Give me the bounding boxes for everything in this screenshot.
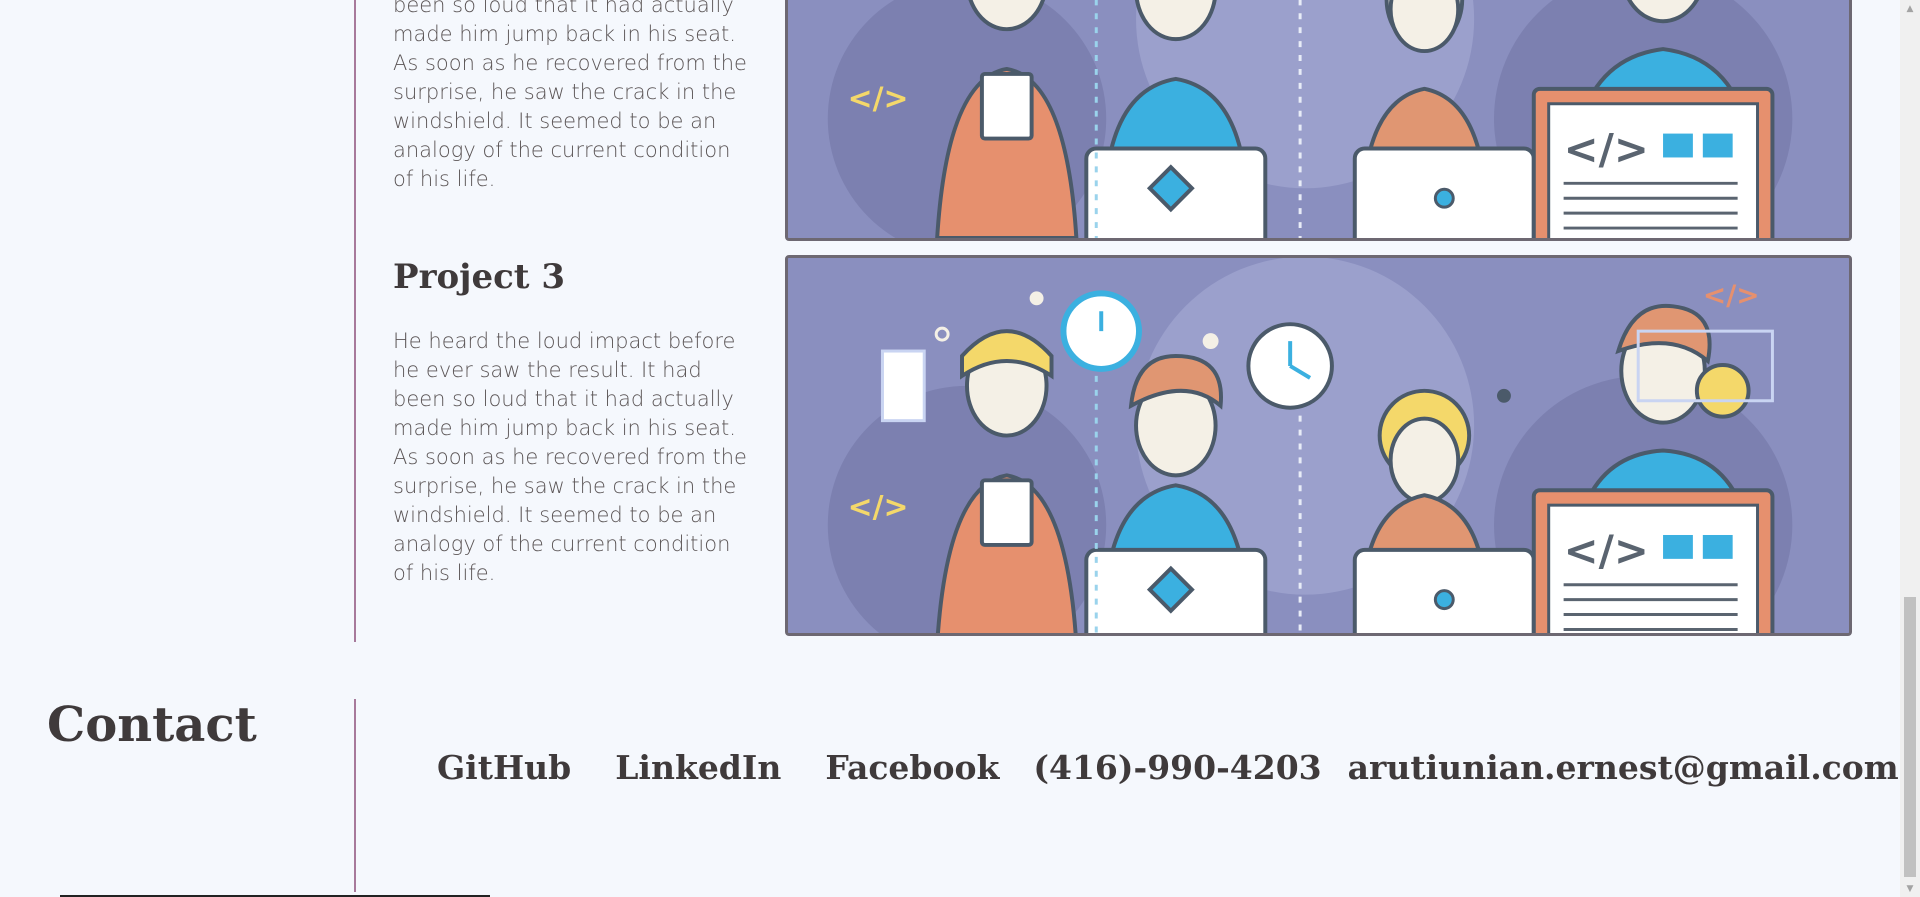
facebook-link[interactable]: Facebook xyxy=(825,748,999,787)
linkedin-link[interactable]: LinkedIn xyxy=(615,748,781,787)
page: been so loud that it had actually made h… xyxy=(0,0,1900,897)
vertical-scrollbar[interactable]: ▲ ▼ xyxy=(1900,0,1920,897)
team-illustration: </> </> xyxy=(788,0,1849,238)
team-illustration: </> </> </> xyxy=(788,258,1849,633)
svg-text:</>: </> xyxy=(848,490,909,525)
project-2-image: </> </> xyxy=(785,0,1852,241)
email-link[interactable]: arutiunian.ernest@gmail.com xyxy=(1348,748,1899,787)
contact-heading: Contact xyxy=(47,697,257,753)
svg-text:</>: </> xyxy=(1703,278,1760,311)
scrollbar-thumb[interactable] xyxy=(1904,597,1916,877)
project-3-description: He heard the loud impact before he ever … xyxy=(393,329,747,585)
svg-text:</>: </> xyxy=(1564,124,1649,173)
scroll-down-arrow-icon[interactable]: ▼ xyxy=(1900,880,1920,897)
project-2-description: been so loud that it had actually made h… xyxy=(393,0,747,191)
project-3-title: Project 3 xyxy=(393,257,565,297)
section-divider xyxy=(354,699,356,892)
scroll-up-arrow-icon[interactable]: ▲ xyxy=(1900,0,1920,17)
contact-links: GitHub LinkedIn Facebook (416)-990-4203 … xyxy=(437,748,1899,787)
project-3-image: </> </> </> xyxy=(785,255,1852,636)
project-2-text: been so loud that it had actually made h… xyxy=(393,0,753,194)
svg-text:</>: </> xyxy=(1564,526,1649,575)
section-divider xyxy=(354,0,356,642)
project-3-text: Project 3 He heard the loud impact befor… xyxy=(393,257,753,588)
svg-text:</>: </> xyxy=(848,82,909,117)
github-link[interactable]: GitHub xyxy=(437,748,571,787)
phone-link[interactable]: (416)-990-4203 xyxy=(1033,748,1321,787)
